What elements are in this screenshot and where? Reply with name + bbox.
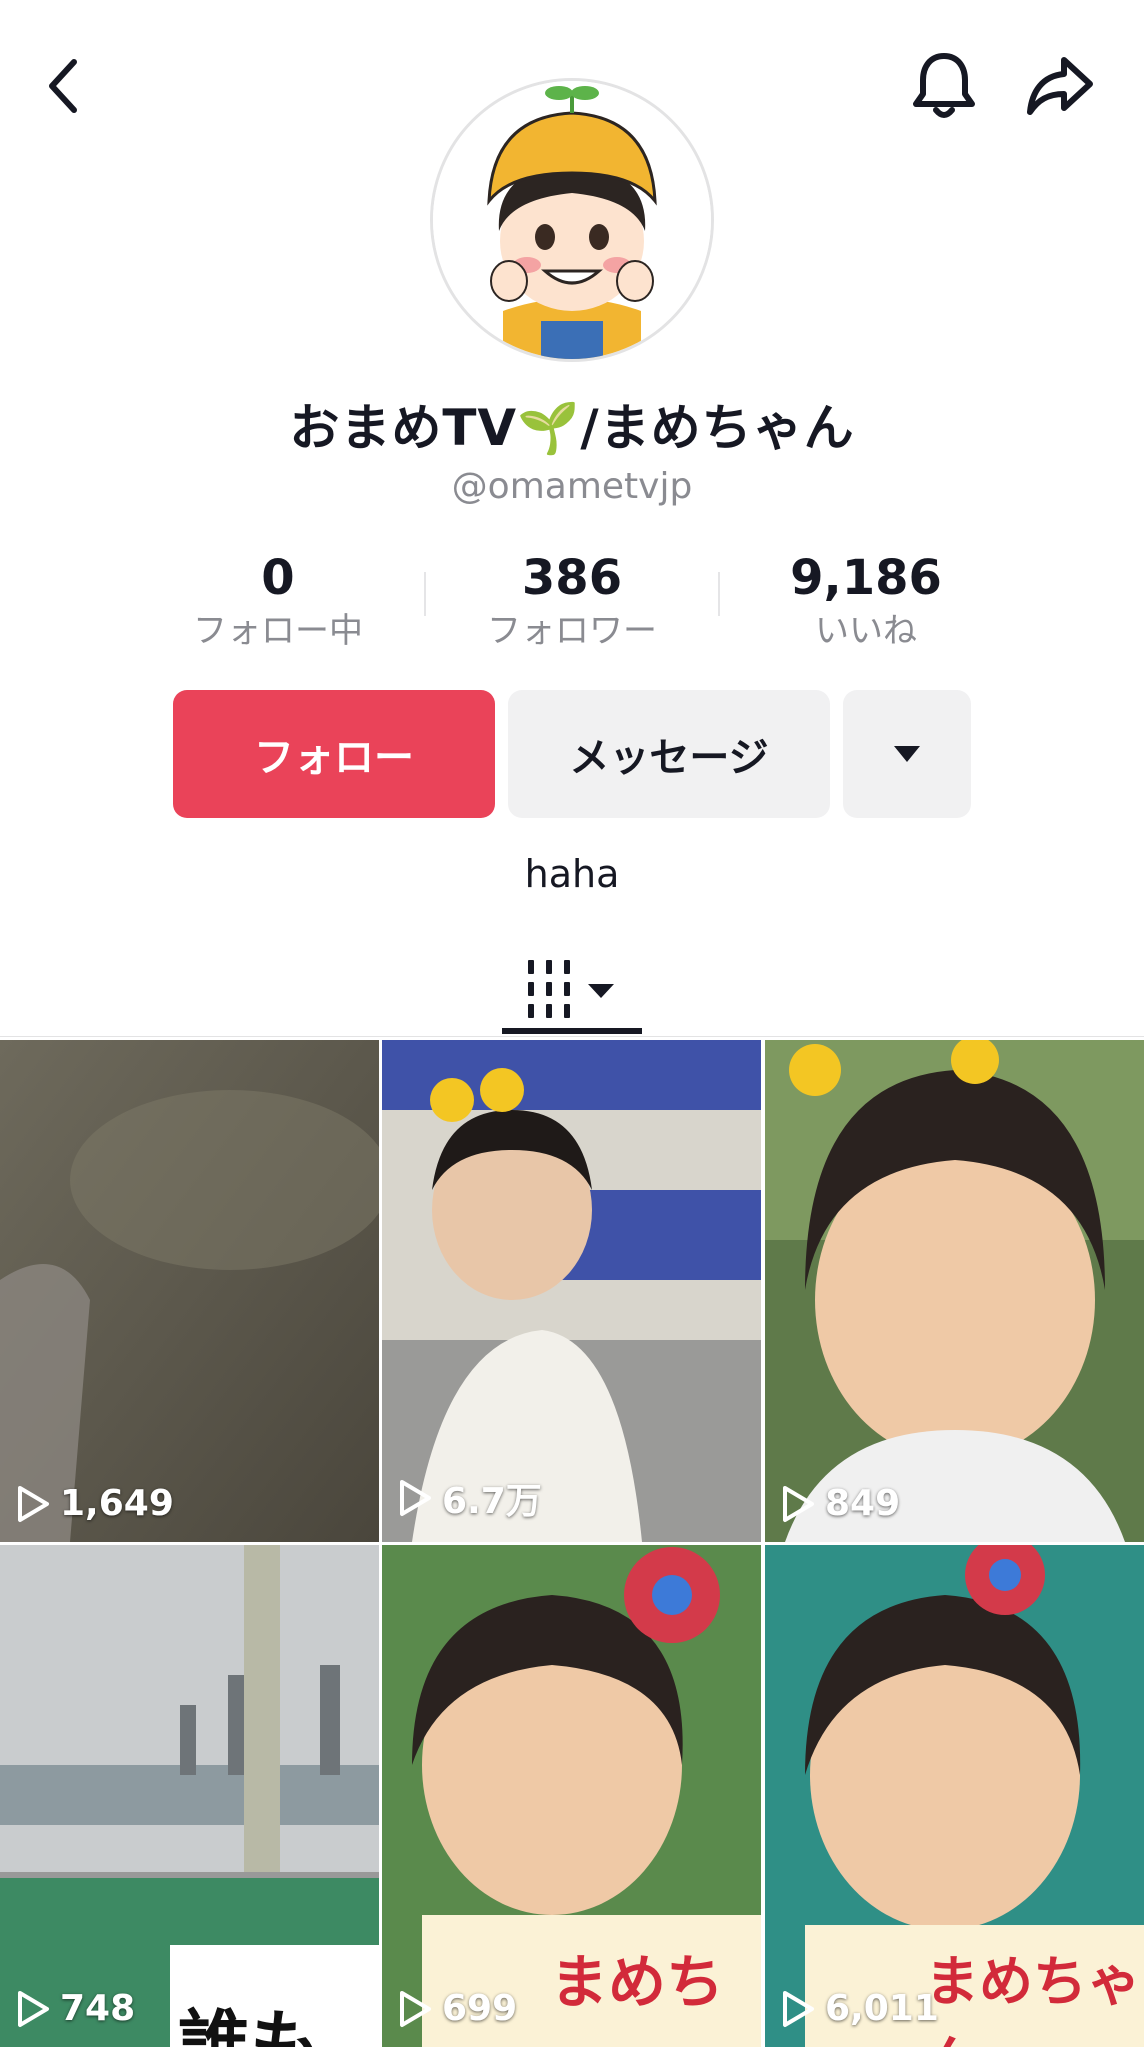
view-count: 699 [398,1988,517,2029]
tab-videos[interactable] [502,940,642,1036]
thumbnail-image [765,1040,1144,1542]
view-count-text: 1,649 [60,1483,174,1524]
avatar[interactable] [430,78,714,362]
play-icon [18,1990,49,2027]
view-count-text: 6.7万 [442,1481,542,1522]
chevron-left-icon [49,59,77,113]
video-thumbnail[interactable]: まめち 699 [382,1545,761,2047]
play-icon [783,1485,814,1522]
video-grid: 1,649 6.7万 849 748 誰も まめち 699 まめちゃ 6,011 [0,1040,1144,2048]
play-icon [400,1480,431,1516]
stat-divider [424,572,426,616]
following-stat[interactable]: 0 フォロー中 [158,548,398,654]
play-icon [400,1990,431,2027]
caret-down-icon [894,746,920,762]
view-count-text: 699 [442,1988,518,2029]
view-count-text: 849 [825,1483,901,1524]
follow-button-label: フォロー [254,735,414,781]
followers-stat[interactable]: 386 フォロワー [452,548,692,654]
bell-icon [913,53,975,118]
video-grid-icon [528,960,614,1018]
bio-text: haha [524,852,620,896]
share-arrow-icon [1027,57,1093,115]
view-count-text: 6,011 [825,1988,939,2029]
followers-label: フォロワー [487,611,657,651]
tab-active-indicator [502,1028,642,1034]
thumbnail-image [0,1040,379,1542]
video-thumbnail[interactable]: 1,649 [0,1040,379,1542]
view-count: 1,649 [16,1483,174,1524]
view-count: 6.7万 [398,1472,542,1524]
video-thumbnail[interactable]: 849 [765,1040,1144,1542]
avatar-illustration [433,81,711,359]
view-count: 748 [16,1988,135,2029]
video-thumbnail[interactable]: 748 誰も [0,1545,379,2047]
video-thumbnail[interactable]: 6.7万 [382,1040,761,1542]
likes-label: いいね [815,611,917,651]
share-button[interactable] [1020,46,1100,126]
thumbnail-image [0,1545,379,2047]
followers-count: 386 [521,550,623,606]
thumbnail-image [382,1040,761,1542]
play-icon [18,1485,49,1522]
following-count: 0 [261,550,295,606]
view-count-text: 748 [60,1988,136,2029]
view-count: 6,011 [781,1988,939,2029]
display-name: おまめTV🌱/まめちゃん [289,399,855,457]
video-thumbnail[interactable]: まめちゃん 6,011 [765,1545,1144,2047]
message-button[interactable]: メッセージ [508,690,830,818]
thumbnail-caption: まめちゃん [925,1950,1141,2047]
thumbnail-caption: まめち [550,1948,725,2016]
follow-button[interactable]: フォロー [173,690,495,818]
thumbnail-caption: 誰も [178,2002,323,2047]
play-icon [783,1990,814,2027]
username-handle: @omametvjp [451,466,693,507]
following-label: フォロー中 [193,611,363,651]
likes-count: 9,186 [790,550,942,606]
view-count: 849 [781,1483,900,1524]
stat-divider [718,572,720,616]
back-button[interactable] [24,46,104,126]
more-options-button[interactable] [843,690,971,818]
likes-stat[interactable]: 9,186 いいね [746,548,986,654]
message-button-label: メッセージ [569,735,769,781]
tab-divider [0,1036,1144,1037]
notification-bell-button[interactable] [904,46,984,126]
